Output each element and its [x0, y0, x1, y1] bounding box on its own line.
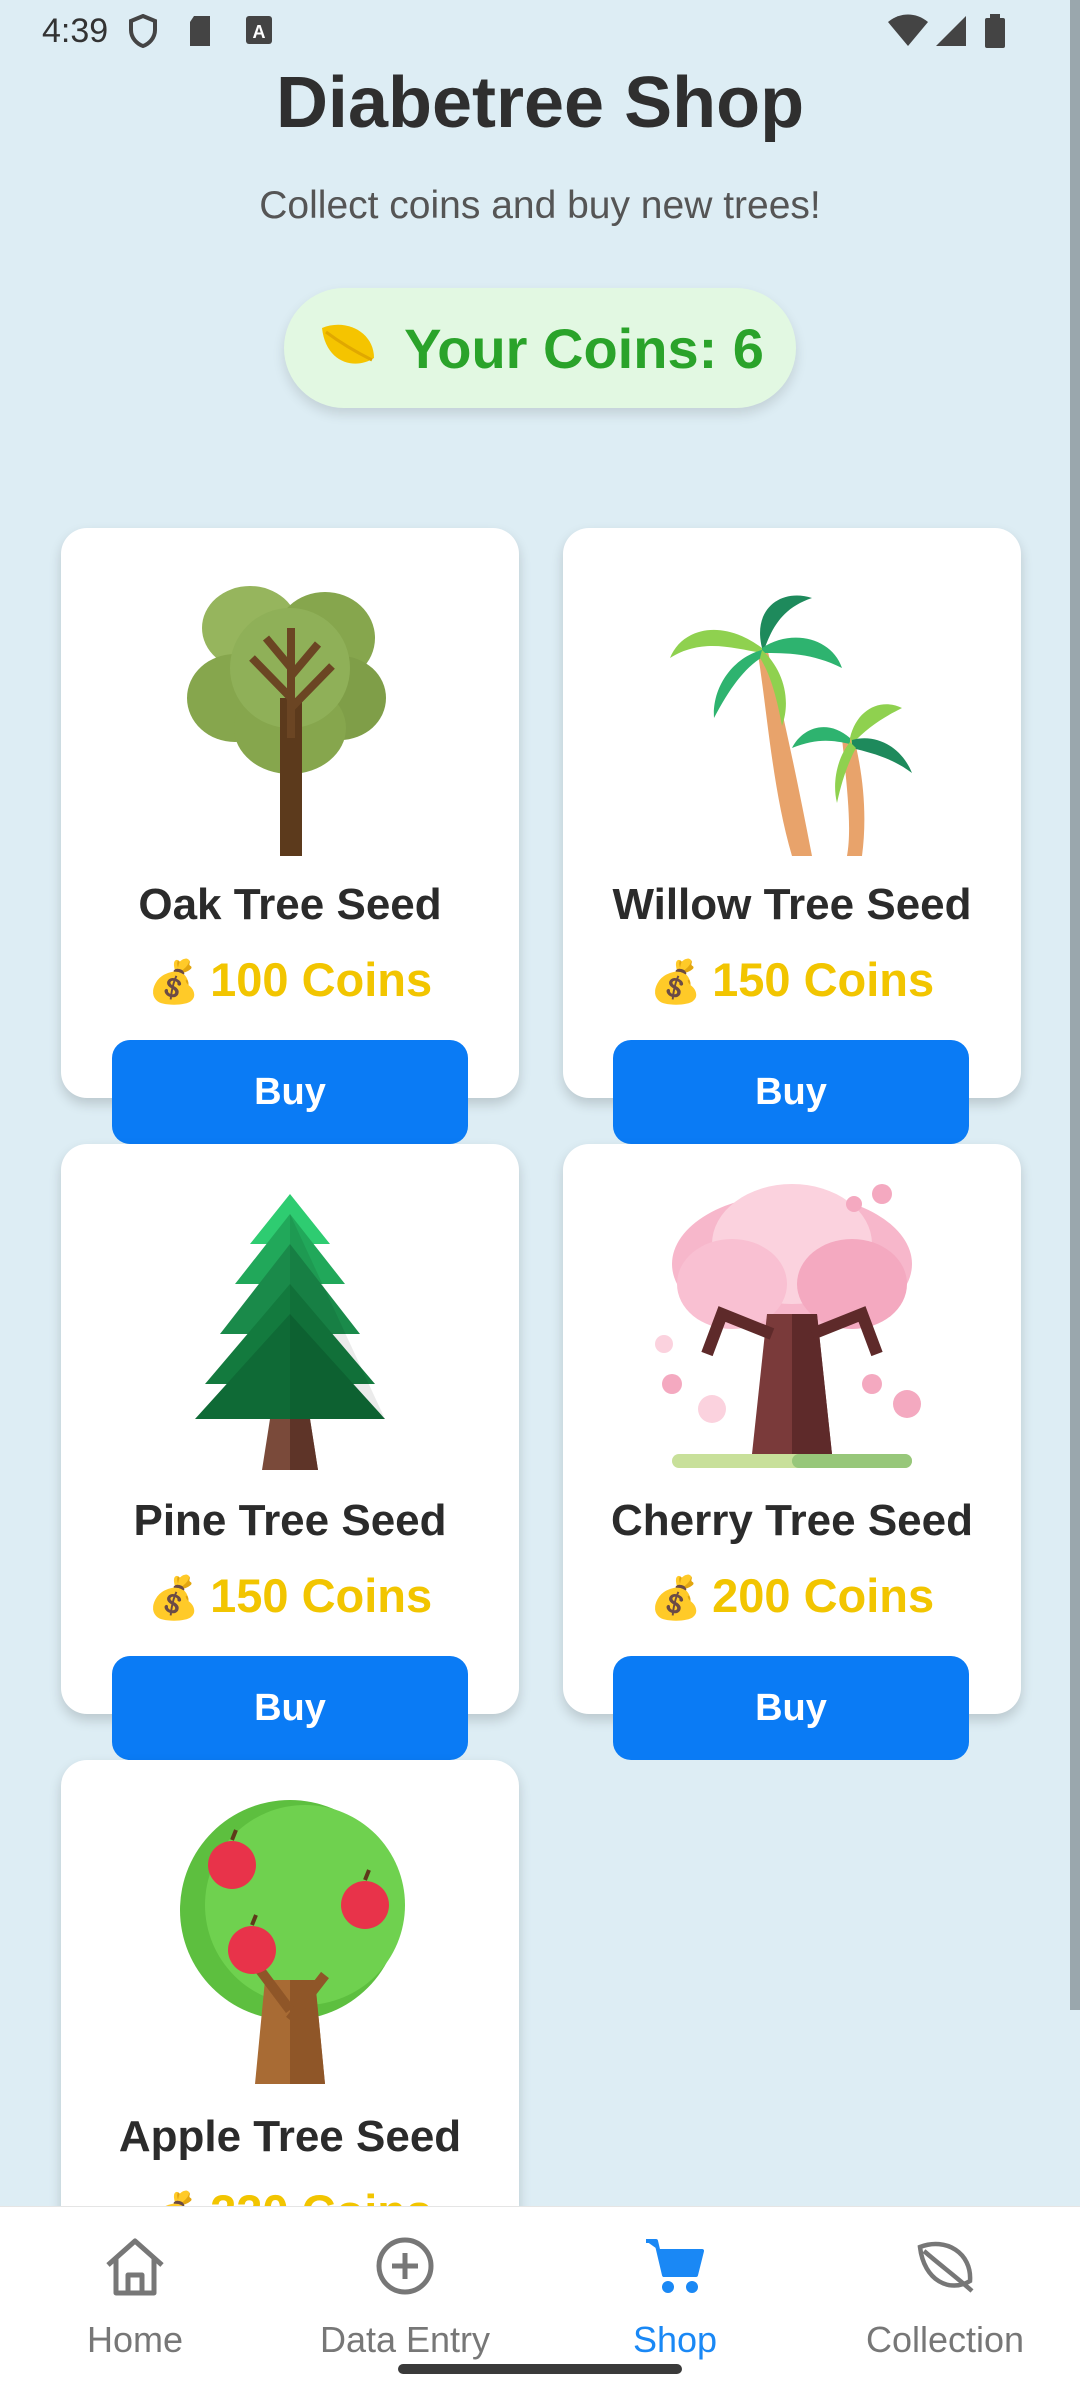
money-bag-icon: 💰	[649, 1574, 703, 1621]
home-icon	[100, 2231, 170, 2301]
page-title: Diabetree Shop	[275, 63, 805, 143]
item-price: 💰 150 Coins	[147, 1569, 433, 1622]
item-name: Pine Tree Seed	[133, 1496, 447, 1545]
money-bag-icon: 💰	[649, 958, 703, 1005]
item-price: 💰 100 Coins	[147, 953, 433, 1006]
scrollbar[interactable]	[1070, 0, 1080, 2010]
nav-label: Shop	[632, 2319, 718, 2360]
palm-trees-icon	[563, 558, 1021, 858]
buy-button-willow[interactable]: Buy	[613, 1040, 969, 1144]
page-subtitle: Collect coins and buy new trees!	[259, 184, 821, 227]
buy-button-cherry[interactable]: Buy	[613, 1656, 969, 1760]
item-price: 💰 150 Coins	[649, 953, 935, 1006]
nav-label: Data Entry	[319, 2319, 491, 2360]
leaf-icon	[910, 2231, 980, 2301]
plus-circle-icon	[370, 2231, 440, 2301]
shop-item-oak: Oak Tree Seed 💰 100 Coins	[61, 528, 519, 1098]
shop-item-apple: Apple Tree Seed 💰220 Coins	[61, 1760, 519, 2206]
leaf-coin-icon	[316, 318, 380, 379]
money-bag-icon: 💰	[147, 1574, 201, 1621]
money-bag-icon: 💰	[147, 958, 201, 1005]
nav-label: Collection	[865, 2319, 1025, 2360]
money-bag-icon: 💰	[148, 2190, 200, 2206]
item-name: Apple Tree Seed	[118, 2112, 462, 2161]
buy-button-pine[interactable]: Buy	[112, 1656, 468, 1760]
coin-balance-text: Your Coins: 6	[404, 316, 764, 380]
item-name: Oak Tree Seed	[138, 880, 442, 929]
shop-scroll-area[interactable]: Diabetree Shop Collect coins and buy new…	[0, 0, 1080, 2206]
coin-balance-badge: Your Coins: 6	[284, 288, 796, 408]
nav-collection[interactable]: Collection	[810, 2207, 1080, 2400]
shop-item-pine: Pine Tree Seed 💰 150 Coins	[61, 1144, 519, 1714]
apple-tree-icon	[61, 1790, 519, 2090]
home-indicator[interactable]	[398, 2364, 682, 2374]
nav-label: Home	[86, 2319, 184, 2360]
cart-icon	[640, 2231, 710, 2301]
oak-tree-icon	[61, 558, 519, 858]
shop-item-willow: Willow Tree Seed 💰 150 Coins	[563, 528, 1021, 1098]
buy-button-oak[interactable]: Buy	[112, 1040, 468, 1144]
cherry-tree-icon	[563, 1174, 1021, 1474]
item-price: 💰220 Coins	[61, 2184, 519, 2206]
item-name: Cherry Tree Seed	[611, 1496, 973, 1545]
item-price: 💰 200 Coins	[649, 1569, 935, 1622]
nav-home[interactable]: Home	[0, 2207, 270, 2400]
pine-tree-icon	[61, 1174, 519, 1474]
item-name: Willow Tree Seed	[612, 880, 972, 929]
shop-item-cherry: Cherry Tree Seed 💰 200 Coins	[563, 1144, 1021, 1714]
